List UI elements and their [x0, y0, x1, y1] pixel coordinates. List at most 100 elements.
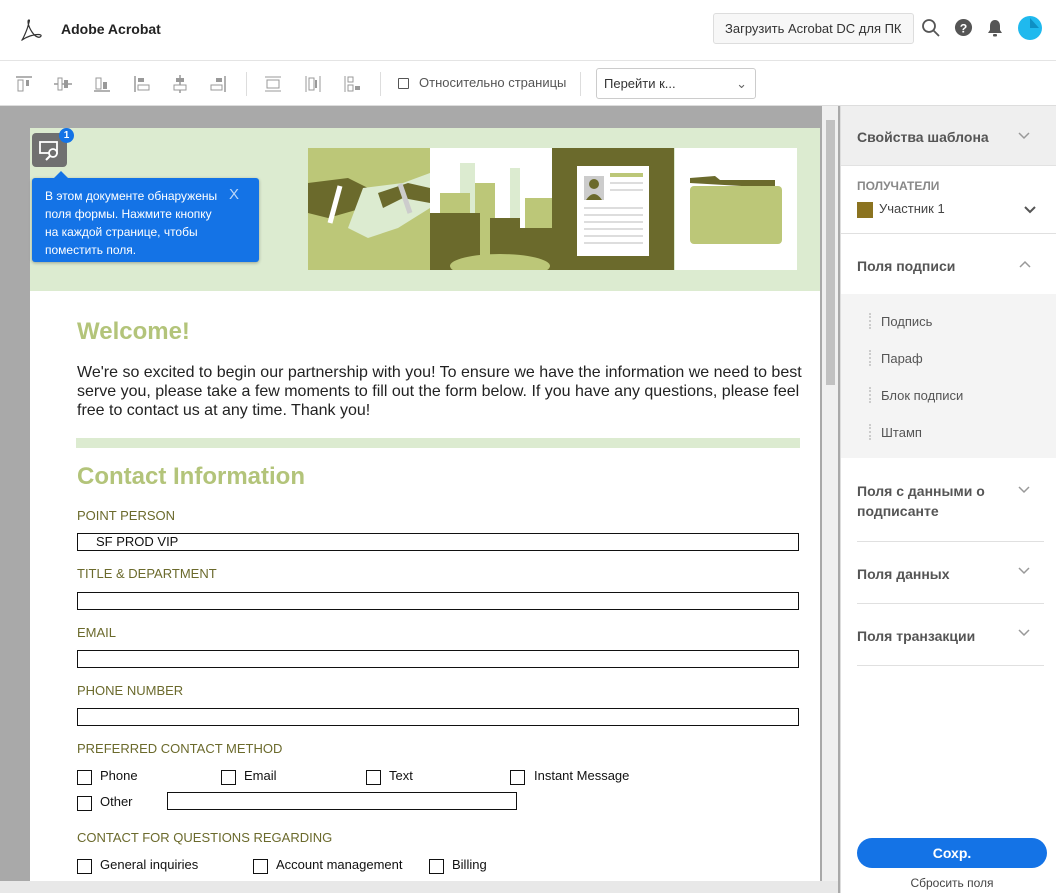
instant-message-option-label: Instant Message — [534, 768, 630, 783]
vertical-scrollbar[interactable] — [822, 106, 838, 881]
distribute-horizontal-icon[interactable] — [303, 74, 323, 94]
billing-checkbox[interactable] — [429, 859, 444, 874]
search-icon[interactable] — [921, 18, 941, 38]
right-panel: Свойства шаблона ПОЛУЧАТЕЛИ Участник 1 П… — [840, 106, 1056, 893]
relative-to-page-checkbox[interactable] — [398, 78, 409, 89]
drag-handle-icon — [869, 424, 871, 440]
general-inquiries-label: General inquiries — [100, 857, 199, 872]
folder-illustration — [675, 148, 797, 270]
field-initials[interactable]: Параф — [881, 351, 923, 366]
recipient-name: Участник 1 — [879, 201, 945, 216]
reset-fields-link[interactable]: Сбросить поля — [841, 876, 1056, 890]
help-icon[interactable]: ? — [954, 18, 973, 37]
title-department-label: TITLE & DEPARTMENT — [77, 566, 217, 581]
match-size-icon[interactable] — [342, 74, 362, 94]
divider — [841, 233, 1056, 234]
city-illustration — [430, 148, 552, 270]
instant-message-checkbox[interactable] — [510, 770, 525, 785]
phone-label: PHONE NUMBER — [77, 683, 184, 698]
general-inquiries-checkbox[interactable] — [77, 859, 92, 874]
app-header: Adobe Acrobat Загрузить Acrobat DC для П… — [0, 0, 1056, 61]
align-left-icon[interactable] — [132, 74, 152, 94]
alignment-toolbar: Относительно страницы Перейти к... ⌄ — [0, 62, 1056, 106]
questions-label: CONTACT FOR QUESTIONS REGARDING — [77, 830, 333, 845]
signature-fields-header[interactable]: Поля подписи — [857, 256, 955, 276]
chevron-down-icon[interactable] — [1017, 483, 1031, 497]
tooltip-text: В этом документе обнаружены поля формы. … — [45, 189, 218, 257]
divider — [857, 603, 1044, 604]
resume-illustration — [552, 148, 674, 270]
align-right-icon[interactable] — [208, 74, 228, 94]
avatar[interactable] — [1017, 15, 1043, 41]
other-checkbox[interactable] — [77, 796, 92, 811]
recipient-color-swatch — [857, 202, 873, 218]
text-option-label: Text — [389, 768, 413, 783]
section-divider — [76, 438, 800, 448]
chevron-down-icon[interactable] — [1017, 564, 1031, 578]
transaction-fields-header[interactable]: Поля транзакции — [857, 626, 975, 646]
chevron-up-icon[interactable] — [1018, 257, 1032, 271]
goto-placeholder: Перейти к... — [604, 76, 676, 91]
divider — [857, 541, 1044, 542]
point-person-label: POINT PERSON — [77, 508, 176, 523]
horizontal-scrollbar[interactable] — [0, 881, 838, 893]
drag-handle-icon — [869, 387, 871, 403]
close-icon[interactable]: X — [229, 186, 239, 204]
data-fields-header[interactable]: Поля данных — [857, 564, 950, 584]
drag-handle-icon — [869, 350, 871, 366]
chevron-down-icon: ⌄ — [736, 76, 747, 91]
account-management-label: Account management — [276, 857, 403, 872]
other-field[interactable] — [167, 792, 517, 810]
toolbar-divider — [380, 72, 381, 96]
phone-checkbox[interactable] — [77, 770, 92, 785]
app-name: Adobe Acrobat — [61, 21, 161, 37]
chevron-down-icon[interactable] — [1017, 129, 1031, 143]
title-department-field[interactable] — [77, 592, 799, 610]
toolbar-divider — [246, 72, 247, 96]
drag-handle-icon — [869, 313, 871, 329]
distribute-vertical-icon[interactable] — [263, 74, 283, 94]
chevron-down-icon[interactable] — [1023, 203, 1037, 217]
preferred-contact-label: PREFERRED CONTACT METHOD — [77, 741, 283, 756]
email-checkbox[interactable] — [221, 770, 236, 785]
download-desktop-button[interactable]: Загрузить Acrobat DC для ПК — [713, 13, 914, 44]
form-fields-tooltip: В этом документе обнаружены поля формы. … — [32, 171, 259, 262]
account-management-checkbox[interactable] — [253, 859, 268, 874]
chevron-down-icon[interactable] — [1017, 626, 1031, 640]
email-field[interactable] — [77, 650, 799, 668]
relative-to-page-label: Относительно страницы — [419, 75, 567, 90]
intro-paragraph: We're so excited to begin our partnershi… — [77, 364, 802, 419]
align-top-icon[interactable] — [14, 74, 34, 94]
phone-option-label: Phone — [100, 768, 138, 783]
billing-label: Billing — [452, 857, 487, 872]
phone-field[interactable] — [77, 708, 799, 726]
align-bottom-icon[interactable] — [92, 74, 112, 94]
field-signature-block[interactable]: Блок подписи — [881, 388, 963, 403]
email-option-label: Email — [244, 768, 277, 783]
align-middle-icon[interactable] — [53, 74, 73, 94]
bell-icon[interactable] — [986, 18, 1004, 38]
text-checkbox[interactable] — [366, 770, 381, 785]
field-signature[interactable]: Подпись — [881, 314, 932, 329]
toolbar-divider — [580, 72, 581, 96]
acrobat-logo — [21, 19, 42, 41]
save-button[interactable]: Сохр. — [857, 838, 1047, 868]
notification-badge: 1 — [59, 128, 74, 143]
signer-fields-header[interactable]: Поля с данными о подписанте — [857, 481, 1007, 521]
align-center-icon[interactable] — [170, 74, 190, 94]
point-person-field[interactable]: SF PROD VIP — [77, 533, 799, 551]
template-properties-title: Свойства шаблона — [857, 129, 989, 145]
field-stamp[interactable]: Штамп — [881, 425, 922, 440]
divider — [857, 665, 1044, 666]
email-label: EMAIL — [77, 625, 117, 640]
scrollbar-thumb[interactable] — [826, 120, 835, 385]
recipients-label: ПОЛУЧАТЕЛИ — [857, 179, 940, 193]
handshake-illustration — [308, 148, 430, 270]
goto-dropdown[interactable]: Перейти к... ⌄ — [596, 68, 756, 99]
svg-text:?: ? — [960, 21, 968, 35]
signature-fields-list: Подпись Параф Блок подписи Штамп — [841, 294, 1056, 458]
other-option-label: Other — [100, 794, 133, 809]
template-properties-header[interactable]: Свойства шаблона — [841, 106, 1056, 166]
welcome-heading: Welcome! — [77, 318, 190, 345]
contact-info-heading: Contact Information — [77, 463, 305, 490]
